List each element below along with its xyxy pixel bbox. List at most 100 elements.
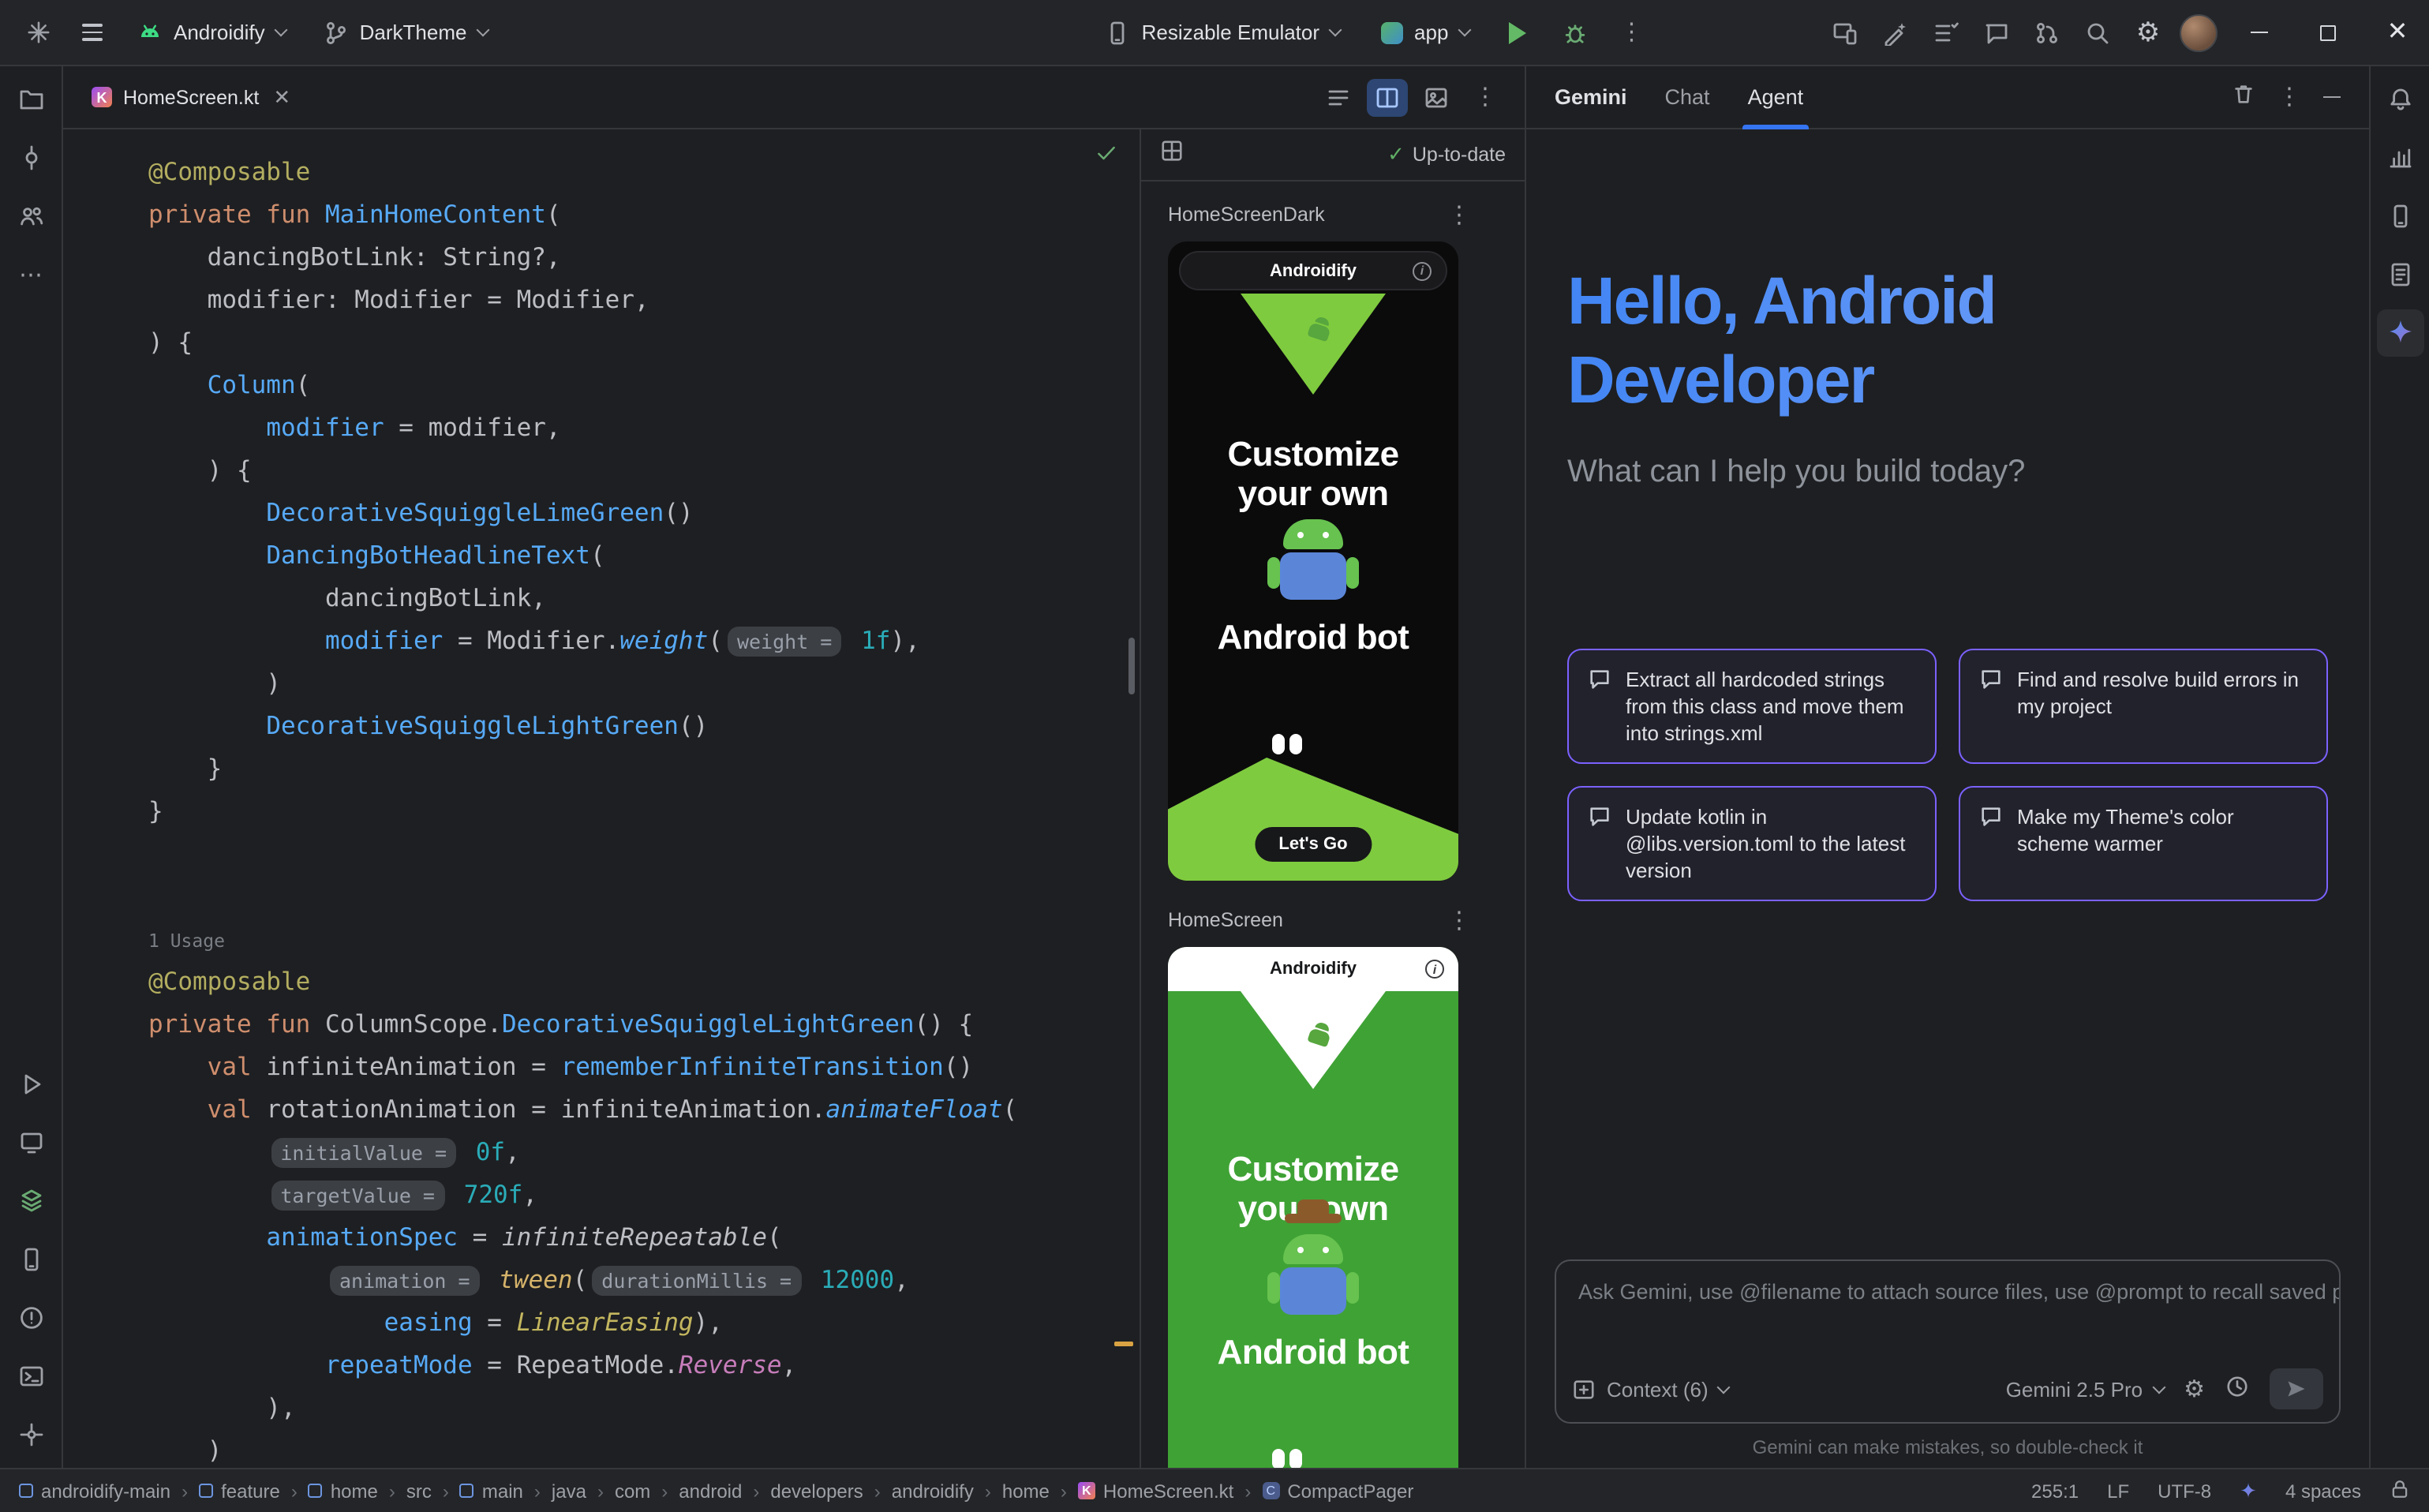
code-line[interactable]: @Composable xyxy=(148,152,1111,194)
structure-tool-icon[interactable] xyxy=(7,193,54,240)
gemini-sidebar-icon[interactable] xyxy=(2376,309,2423,357)
window-maximize-button[interactable] xyxy=(2296,0,2360,65)
suggestion-card[interactable]: Make my Theme's color scheme warmer xyxy=(1959,786,2328,901)
breadcrumb-item[interactable]: src xyxy=(406,1480,432,1502)
breadcrumb-item[interactable]: developers xyxy=(770,1480,863,1502)
gemini-settings-icon[interactable]: ⚙ xyxy=(2184,1377,2205,1401)
breadcrumb-item[interactable]: CCompactPager xyxy=(1262,1480,1413,1502)
tab-agent[interactable]: Agent xyxy=(1748,65,1804,129)
indent-setting[interactable]: 4 spaces xyxy=(2285,1480,2361,1502)
breadcrumb-item[interactable]: androidify xyxy=(892,1480,974,1502)
breadcrumb-item[interactable]: KHomeScreen.kt xyxy=(1078,1480,1233,1502)
context-selector[interactable]: Context (6) xyxy=(1572,1377,1729,1401)
code-line[interactable]: private fun ColumnScope.DecorativeSquigg… xyxy=(148,1004,1111,1046)
code-line[interactable]: ) xyxy=(148,663,1111,705)
preview-card-menu-icon[interactable]: ⋮ xyxy=(1447,203,1471,226)
code-line[interactable]: modifier = modifier, xyxy=(148,407,1111,450)
code-line[interactable]: modifier: Modifier = Modifier, xyxy=(148,279,1111,322)
code-line[interactable]: private fun MainHomeContent( xyxy=(148,194,1111,237)
window-minimize-button[interactable] xyxy=(2227,0,2290,65)
code-line[interactable]: animation = tween(durationMillis = 12000… xyxy=(148,1259,1111,1302)
code-line[interactable]: modifier = Modifier.weight(weight = 1f), xyxy=(148,620,1111,663)
readonly-lock-icon[interactable] xyxy=(2390,1478,2410,1503)
code-lines[interactable]: @Composableprivate fun MainHomeContent( … xyxy=(148,152,1111,1468)
code-view-icon[interactable] xyxy=(1318,78,1359,116)
split-view-icon[interactable] xyxy=(1367,78,1408,116)
code-line[interactable]: DecorativeSquiggleLimeGreen() xyxy=(148,492,1111,535)
hide-panel-icon[interactable] xyxy=(2323,95,2341,98)
breadcrumb-item[interactable]: android xyxy=(679,1480,742,1502)
tab-chat[interactable]: Chat xyxy=(1665,65,1710,129)
model-selector[interactable]: Gemini 2.5 Pro xyxy=(2006,1377,2163,1401)
preview-home-screen[interactable]: Androidify i Customize your own Android … xyxy=(1168,947,1458,1468)
run-tool-icon[interactable] xyxy=(7,1061,54,1108)
problems-icon[interactable] xyxy=(7,1294,54,1342)
code-line[interactable]: repeatMode = RepeatMode.Reverse, xyxy=(148,1345,1111,1387)
commit-tool-icon[interactable] xyxy=(7,134,54,182)
main-menu-icon[interactable] xyxy=(69,10,114,54)
editor-options-icon[interactable]: ⋮ xyxy=(1465,78,1506,116)
design-view-icon[interactable] xyxy=(1416,78,1457,116)
suggestion-card[interactable]: Find and resolve build errors in my proj… xyxy=(1959,649,2328,764)
breadcrumb-item[interactable]: main xyxy=(460,1480,523,1502)
device-mirroring-icon[interactable] xyxy=(1823,10,1867,54)
task-list-icon[interactable] xyxy=(1924,10,1968,54)
line-separator[interactable]: LF xyxy=(2107,1480,2129,1502)
code-line[interactable]: ), xyxy=(148,1387,1111,1430)
notifications-icon[interactable] xyxy=(2376,76,2423,123)
breadcrumb-item[interactable]: feature xyxy=(199,1480,280,1502)
code-line[interactable]: val infiniteAnimation = rememberInfinite… xyxy=(148,1046,1111,1089)
vcs-branch-widget[interactable]: DarkTheme xyxy=(309,12,502,53)
close-tab-icon[interactable]: ✕ xyxy=(273,84,290,110)
code-line[interactable]: targetValue = 720f, xyxy=(148,1174,1111,1217)
code-line[interactable]: DancingBotHeadlineText( xyxy=(148,535,1111,578)
code-line[interactable]: ) { xyxy=(148,322,1111,365)
code-line[interactable] xyxy=(148,833,1111,876)
caret-position[interactable]: 255:1 xyxy=(2031,1480,2079,1502)
run-button[interactable] xyxy=(1495,10,1540,54)
pull-request-icon[interactable] xyxy=(2025,10,2069,54)
code-line[interactable]: 1 Usage xyxy=(148,919,1111,961)
suggestion-card[interactable]: Extract all hardcoded strings from this … xyxy=(1567,649,1937,764)
code-line[interactable] xyxy=(148,876,1111,919)
code-line[interactable]: animationSpec = infiniteRepeatable( xyxy=(148,1217,1111,1259)
settings-icon[interactable]: ⚙ xyxy=(2126,10,2170,54)
breadcrumb-item[interactable]: home xyxy=(1002,1480,1050,1502)
code-line[interactable]: @Composable xyxy=(148,961,1111,1004)
project-widget[interactable]: Androidify xyxy=(123,12,300,53)
editor-tab[interactable]: K HomeScreen.kt ✕ xyxy=(76,65,306,129)
code-line[interactable]: } xyxy=(148,791,1111,833)
code-editor[interactable]: @Composableprivate fun MainHomeContent( … xyxy=(63,129,1140,1468)
code-line[interactable]: ) xyxy=(148,1430,1111,1468)
code-line[interactable]: dancingBotLink: String?, xyxy=(148,237,1111,279)
search-everywhere-icon[interactable] xyxy=(2075,10,2120,54)
code-line[interactable]: DecorativeSquiggleLightGreen() xyxy=(148,705,1111,748)
code-line[interactable]: dancingBotLink, xyxy=(148,578,1111,620)
terminal-icon[interactable] xyxy=(7,1353,54,1400)
device-manager-icon[interactable] xyxy=(7,1236,54,1283)
code-line[interactable]: val rotationAnimation = infiniteAnimatio… xyxy=(148,1089,1111,1132)
debug-button[interactable] xyxy=(1552,10,1596,54)
more-actions-icon[interactable]: ⋮ xyxy=(1609,10,1653,54)
breadcrumb-item[interactable]: androidify-main xyxy=(19,1480,170,1502)
ai-spark-icon[interactable]: ✦ xyxy=(2240,1478,2257,1503)
ai-chat-icon[interactable] xyxy=(1974,10,2019,54)
code-line[interactable]: Column( xyxy=(148,365,1111,407)
file-encoding[interactable]: UTF-8 xyxy=(2158,1480,2211,1502)
panel-options-icon[interactable]: ⋮ xyxy=(2277,85,2301,109)
suggestion-card[interactable]: Update kotlin in @libs.version.toml to t… xyxy=(1567,786,1937,901)
logcat-icon[interactable] xyxy=(2376,251,2423,298)
editor-scrollbar[interactable] xyxy=(1128,638,1135,694)
more-tools-icon[interactable]: ⋯ xyxy=(7,251,54,298)
device-selector[interactable]: Resizable Emulator xyxy=(1091,12,1354,53)
ai-transform-icon[interactable] xyxy=(1873,10,1918,54)
profiler-icon[interactable] xyxy=(2376,134,2423,182)
breadcrumb-item[interactable]: home xyxy=(309,1480,378,1502)
version-control-icon[interactable] xyxy=(7,1411,54,1458)
code-line[interactable]: ) { xyxy=(148,450,1111,492)
gemini-input[interactable]: Ask Gemini, use @filename to attach sour… xyxy=(1555,1259,2341,1424)
send-button[interactable] xyxy=(2270,1368,2323,1409)
running-devices-icon[interactable] xyxy=(7,1119,54,1166)
device-explorer-icon[interactable] xyxy=(2376,193,2423,240)
preview-card-menu-icon[interactable]: ⋮ xyxy=(1447,908,1471,932)
